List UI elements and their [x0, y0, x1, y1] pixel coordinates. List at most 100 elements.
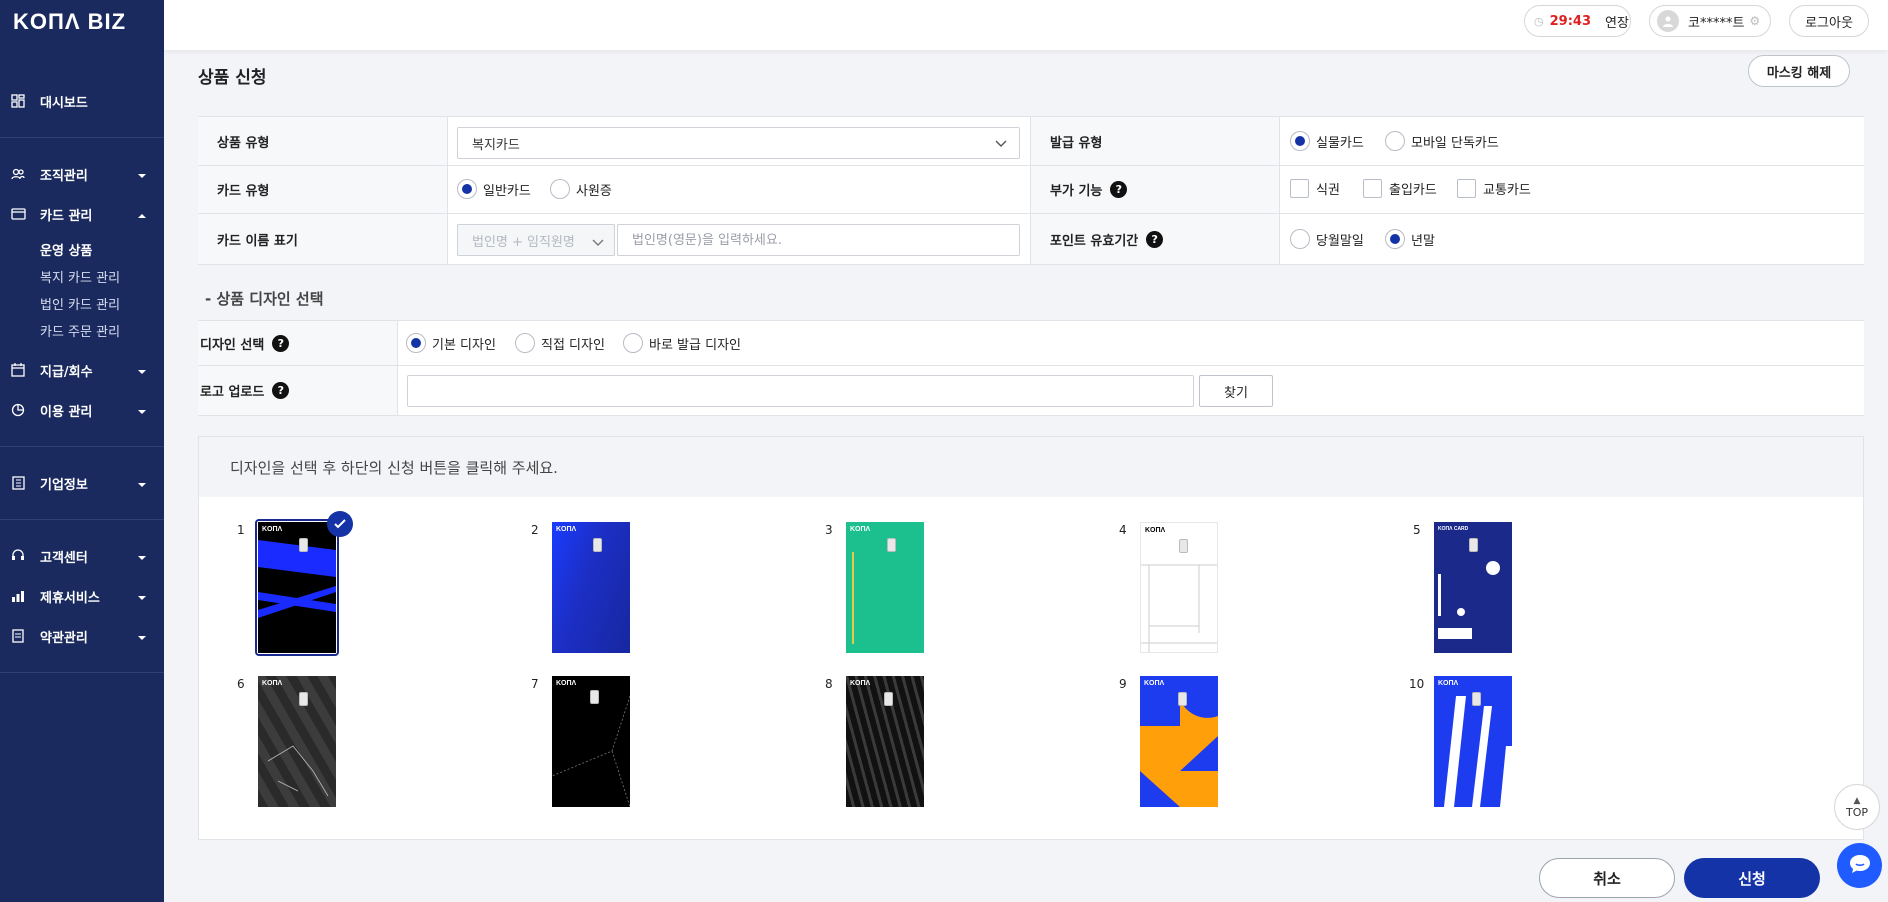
- point-expiry-label: 포인트 유효기간?: [1030, 214, 1280, 264]
- divider: [0, 446, 164, 447]
- radio-label: 년말: [1411, 233, 1435, 249]
- chevron-down-icon: [137, 590, 147, 606]
- sidebar-item-card[interactable]: 카드 관리: [0, 196, 164, 232]
- sidebar-sub-operating[interactable]: 운영 상품: [40, 240, 92, 259]
- design-radio-custom[interactable]: 직접 디자인: [515, 333, 605, 353]
- user-menu[interactable]: 코*****트 ⚙: [1649, 5, 1771, 37]
- card-name-select[interactable]: 법인명 + 임직원명: [457, 224, 615, 256]
- corporate-name-input[interactable]: [617, 224, 1020, 256]
- sidebar-item-label: 약관관리: [40, 630, 88, 646]
- help-icon[interactable]: ?: [1110, 181, 1128, 198]
- sidebar-item-terms[interactable]: 약관관리: [0, 618, 164, 654]
- scroll-top-button[interactable]: ▲ TOP: [1834, 784, 1880, 830]
- product-type-label: 상품 유형: [198, 117, 448, 165]
- card-image: KOΠΛ: [258, 676, 336, 807]
- card-brand: KOΠΛ: [850, 680, 871, 687]
- logout-button[interactable]: 로그아웃: [1789, 5, 1869, 37]
- chevron-down-icon: [137, 168, 147, 184]
- sidebar-item-company[interactable]: 기업정보: [0, 465, 164, 501]
- card-chip: [593, 538, 602, 552]
- sidebar-sub-welfare[interactable]: 복지 카드 관리: [40, 267, 120, 286]
- chevron-down-icon: [137, 477, 147, 493]
- card-type-radio-employee[interactable]: 사원증: [550, 179, 612, 199]
- clock-icon: ◷: [1534, 14, 1544, 28]
- card-number: 2: [531, 523, 539, 537]
- radio-circle: [515, 333, 535, 353]
- check-icon: [327, 511, 353, 537]
- divider: [0, 519, 164, 520]
- card-number: 4: [1119, 523, 1127, 537]
- extend-button[interactable]: 연장: [1605, 12, 1629, 31]
- chevron-down-icon: [137, 404, 147, 420]
- submit-button[interactable]: 신청: [1684, 858, 1820, 898]
- document-icon: [10, 628, 26, 644]
- product-type-select[interactable]: 복지카드: [457, 127, 1020, 159]
- form-row: 디자인 선택? 기본 디자인 직접 디자인 바로 발급 디자인: [198, 321, 1864, 366]
- issue-type-radio-mobile[interactable]: 모바일 단독카드: [1385, 131, 1499, 151]
- chat-icon: [1848, 853, 1872, 879]
- sidebar-item-partner[interactable]: 제휴서비스: [0, 578, 164, 614]
- sidebar-item-usage[interactable]: 이용 관리: [0, 392, 164, 428]
- card-number: 9: [1119, 677, 1127, 691]
- design-gallery: 디자인을 선택 후 하단의 신청 버튼을 클릭해 주세요. 1 KOΠΛ 2 K…: [198, 436, 1864, 840]
- sidebar-item-label: 조직관리: [40, 168, 88, 184]
- cancel-button[interactable]: 취소: [1539, 858, 1675, 898]
- label-text: 부가 기능: [1050, 184, 1103, 199]
- card-brand: KOΠΛ: [1438, 680, 1459, 687]
- product-form: 상품 유형 복지카드 발급 유형 실물카드 모바일 단독카드 카드 유형 일반카…: [198, 116, 1864, 265]
- radio-circle: [623, 333, 643, 353]
- card-number: 6: [237, 677, 245, 691]
- sidebar-item-support[interactable]: 고객센터: [0, 538, 164, 574]
- help-icon[interactable]: ?: [272, 382, 290, 399]
- sidebar-item-label: 제휴서비스: [40, 590, 100, 606]
- radio-label: 실물카드: [1316, 135, 1364, 151]
- card-type-radio-general[interactable]: 일반카드: [457, 179, 531, 199]
- design-radio-basic[interactable]: 기본 디자인: [406, 333, 496, 353]
- find-file-button[interactable]: 찾기: [1199, 375, 1273, 407]
- timer-value: 29:43: [1549, 13, 1591, 29]
- card-brand: KOΠΛ: [262, 526, 283, 533]
- form-row: 카드 유형 일반카드 사원증 부가 기능? 식권 출입카드 교통카드: [198, 166, 1864, 214]
- sidebar-item-payment[interactable]: 지급/회수: [0, 352, 164, 388]
- sidebar-item-label: 이용 관리: [40, 404, 93, 420]
- point-radio-year-end[interactable]: 년말: [1385, 229, 1435, 249]
- sidebar-item-org[interactable]: 조직관리: [0, 156, 164, 192]
- chevron-up-icon: [137, 208, 147, 224]
- chevron-down-icon: [137, 364, 147, 380]
- sidebar-item-dashboard[interactable]: 대시보드: [0, 83, 164, 119]
- card-chip: [1472, 692, 1481, 706]
- help-icon[interactable]: ?: [272, 334, 290, 352]
- sidebar-item-label: 지급/회수: [40, 364, 93, 380]
- sidebar-item-label: 고객센터: [40, 550, 88, 566]
- card-chip: [884, 692, 893, 706]
- point-radio-month-end[interactable]: 당월말일: [1290, 229, 1364, 249]
- logo-file-input[interactable]: [407, 375, 1194, 407]
- issue-type-radio-physical[interactable]: 실물카드: [1290, 131, 1364, 151]
- card-name-select-value: 법인명 + 임직원명: [472, 234, 575, 250]
- checkbox-label: 출입카드: [1389, 183, 1437, 198]
- help-icon[interactable]: ?: [1146, 230, 1164, 248]
- radio-circle: [1385, 131, 1405, 151]
- radio-circle: [1290, 229, 1310, 249]
- form-row: 로고 업로드? 찾기: [198, 366, 1864, 416]
- sidebar-sub-corporate[interactable]: 법인 카드 관리: [40, 294, 120, 313]
- checkbox-box: [1290, 179, 1309, 198]
- card-brand: KOΠΛ CARD: [1438, 526, 1469, 532]
- access-card-checkbox[interactable]: 출입카드: [1363, 179, 1437, 198]
- transit-card-checkbox[interactable]: 교통카드: [1457, 179, 1531, 198]
- design-radio-instant[interactable]: 바로 발급 디자인: [623, 333, 741, 353]
- radio-circle: [457, 179, 477, 199]
- card-chip: [1469, 538, 1478, 552]
- top-label: TOP: [1845, 805, 1868, 819]
- card-image: KOΠΛ: [552, 522, 630, 653]
- sidebar-sub-order[interactable]: 카드 주문 관리: [40, 321, 120, 340]
- card-brand: KOΠΛ: [1145, 527, 1166, 534]
- chevron-down-icon: [592, 236, 604, 251]
- unmask-button[interactable]: 마스킹 해제: [1748, 55, 1850, 87]
- brand-logo[interactable]: KOΠΛ BIZ: [13, 9, 126, 35]
- gear-icon[interactable]: ⚙: [1749, 14, 1760, 28]
- avatar: [1657, 10, 1679, 32]
- people-icon: [10, 166, 26, 182]
- meal-checkbox[interactable]: 식권: [1290, 179, 1340, 198]
- chat-button[interactable]: [1837, 843, 1882, 888]
